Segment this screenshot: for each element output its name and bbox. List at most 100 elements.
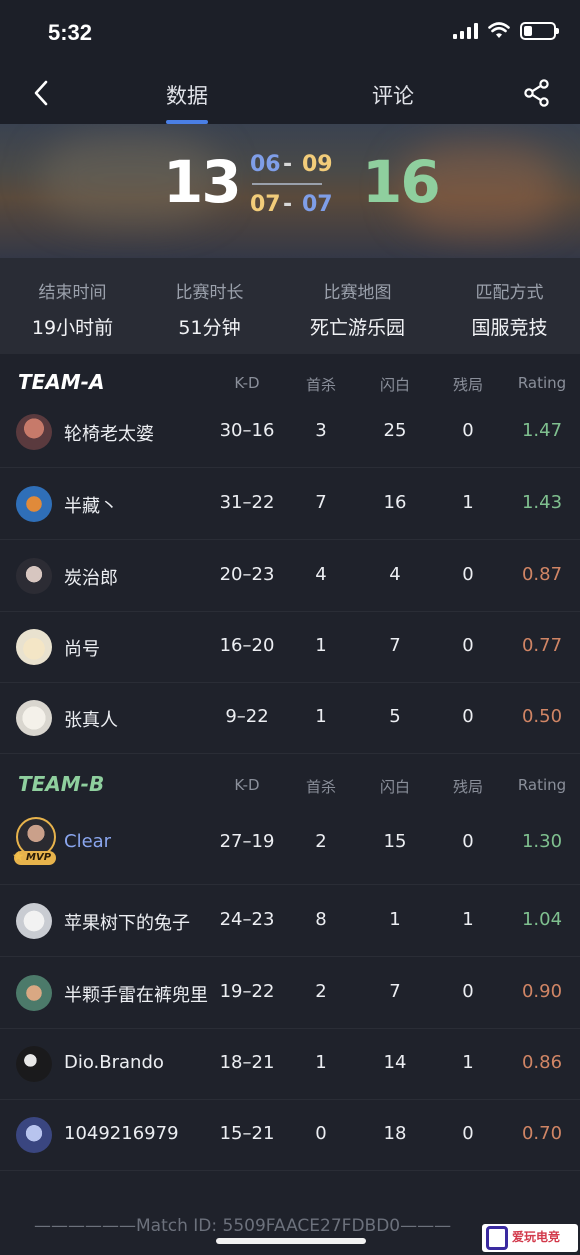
player-row[interactable]: 张真人 9–22 1 5 0 0.50 xyxy=(0,682,580,754)
player-name: 轮椅老太婆 xyxy=(64,424,154,445)
watermark-logo: 爱玩电竞 xyxy=(482,1224,578,1252)
avatar xyxy=(16,975,52,1011)
rating-value: 1.43 xyxy=(521,492,563,513)
share-icon[interactable] xyxy=(522,78,552,108)
clutch-value: 0 xyxy=(462,981,474,1002)
rating-value: 0.87 xyxy=(521,564,563,585)
player-name: 炭治郎 xyxy=(64,568,118,589)
status-bar: 5:32 xyxy=(0,0,580,66)
team-a-name: TEAM-A xyxy=(18,370,105,394)
flash-value: 25 xyxy=(383,420,407,441)
half2-team-b: 07 xyxy=(302,192,333,217)
back-icon[interactable] xyxy=(28,78,58,108)
rating-value: 0.50 xyxy=(521,706,563,727)
wifi-icon xyxy=(488,22,510,38)
info-label: 比赛时长 xyxy=(175,283,244,303)
rating-value: 1.47 xyxy=(521,420,563,441)
player-name: 半颗手雷在裤兜里 xyxy=(64,985,208,1006)
col-flash: 闪白 xyxy=(379,376,410,394)
status-time: 5:32 xyxy=(48,20,93,45)
status-icons xyxy=(453,22,559,40)
avatar xyxy=(16,903,52,939)
clutch-value: 0 xyxy=(462,635,474,656)
watermark-text: 爱玩电竞 xyxy=(512,1230,561,1244)
home-indicator xyxy=(216,1238,366,1244)
first-kill-value: 2 xyxy=(315,981,327,1002)
player-row[interactable]: 半颗手雷在裤兜里 19–22 2 7 0 0.90 xyxy=(0,957,580,1029)
top-nav: 数据 评论 xyxy=(0,66,580,124)
avatar xyxy=(16,414,52,450)
clutch-value: 0 xyxy=(462,1123,474,1144)
info-duration: 比赛时长 51分钟 xyxy=(137,278,282,340)
kd-value: 24–23 xyxy=(219,909,275,930)
flash-value: 5 xyxy=(389,706,401,727)
kd-value: 16–20 xyxy=(219,635,275,656)
first-kill-value: 8 xyxy=(315,909,327,930)
flash-value: 18 xyxy=(383,1123,407,1144)
kd-value: 27–19 xyxy=(219,831,275,852)
first-kill-value: 2 xyxy=(315,831,327,852)
player-row[interactable]: 1049216979 15–21 0 18 0 0.70 xyxy=(0,1099,580,1171)
player-row[interactable]: 半藏丶 31–22 7 16 1 1.43 xyxy=(0,468,580,540)
kd-value: 31–22 xyxy=(219,492,275,513)
col-rating: Rating xyxy=(517,374,567,392)
info-label: 匹配方式 xyxy=(475,283,544,303)
clutch-value: 0 xyxy=(462,564,474,585)
rating-value: 0.90 xyxy=(521,981,563,1002)
flash-value: 7 xyxy=(389,635,401,656)
col-clutch: 残局 xyxy=(452,778,483,796)
col-first-kill: 首杀 xyxy=(305,778,336,796)
avatar xyxy=(16,629,52,665)
rating-value: 1.30 xyxy=(521,831,563,852)
info-match-mode: 匹配方式 国服竞技 xyxy=(437,278,580,340)
team-b-score: 16 xyxy=(362,148,441,216)
player-row[interactable]: Dio.Brando 18–21 1 14 1 0.86 xyxy=(0,1028,580,1100)
info-map: 比赛地图 死亡游乐园 xyxy=(285,278,430,340)
kd-value: 9–22 xyxy=(225,706,269,727)
team-b-header: TEAM-B K-D 首杀 闪白 残局 Rating xyxy=(0,758,580,810)
col-clutch: 残局 xyxy=(452,376,483,394)
half-divider xyxy=(252,183,322,185)
half1-separator: - xyxy=(283,152,293,177)
col-flash: 闪白 xyxy=(379,778,410,796)
avatar xyxy=(16,1046,52,1082)
rating-value: 1.04 xyxy=(521,909,563,930)
first-kill-value: 4 xyxy=(315,564,327,585)
clutch-value: 1 xyxy=(462,492,474,513)
battery-icon xyxy=(520,22,559,40)
tab-data[interactable]: 数据 xyxy=(166,80,208,110)
first-kill-value: 7 xyxy=(315,492,327,513)
player-row[interactable]: 尚号 16–20 1 7 0 0.77 xyxy=(0,611,580,683)
team-a-score: 13 xyxy=(163,148,242,216)
col-kd: K-D xyxy=(234,374,260,392)
half2-team-a: 07 xyxy=(250,192,281,217)
rating-value: 0.70 xyxy=(521,1123,563,1144)
player-row[interactable]: 轮椅老太婆 30–16 3 25 0 1.47 xyxy=(0,396,580,468)
info-value: 国服竞技 xyxy=(471,317,548,339)
rating-value: 0.77 xyxy=(521,635,563,656)
info-value: 死亡游乐园 xyxy=(309,317,405,339)
col-first-kill: 首杀 xyxy=(305,376,336,394)
kd-value: 19–22 xyxy=(219,981,275,1002)
half1-team-b: 09 xyxy=(302,152,333,177)
info-label: 比赛地图 xyxy=(323,283,392,303)
avatar xyxy=(16,486,52,522)
clutch-value: 0 xyxy=(462,706,474,727)
flash-value: 14 xyxy=(383,1052,407,1073)
first-kill-value: 1 xyxy=(315,635,327,656)
first-kill-value: 0 xyxy=(315,1123,327,1144)
clutch-value: 1 xyxy=(462,1052,474,1073)
first-kill-value: 1 xyxy=(315,706,327,727)
star-icon: ★ xyxy=(12,849,25,865)
player-row[interactable]: MVP ★ Clear 27–19 2 15 0 1.30 xyxy=(0,805,580,885)
clutch-value: 1 xyxy=(462,909,474,930)
rating-value: 0.86 xyxy=(521,1052,563,1073)
kd-value: 30–16 xyxy=(219,420,275,441)
kd-value: 15–21 xyxy=(219,1123,275,1144)
tab-comment[interactable]: 评论 xyxy=(372,80,414,110)
player-row[interactable]: 苹果树下的兔子 24–23 8 1 1 1.04 xyxy=(0,885,580,957)
info-end-time: 结束时间 19小时前 xyxy=(0,278,145,340)
player-row[interactable]: 炭治郎 20–23 4 4 0 0.87 xyxy=(0,540,580,612)
player-name: 尚号 xyxy=(64,639,100,660)
score-banner: 13 06 - 09 07 - 07 16 xyxy=(0,124,580,258)
